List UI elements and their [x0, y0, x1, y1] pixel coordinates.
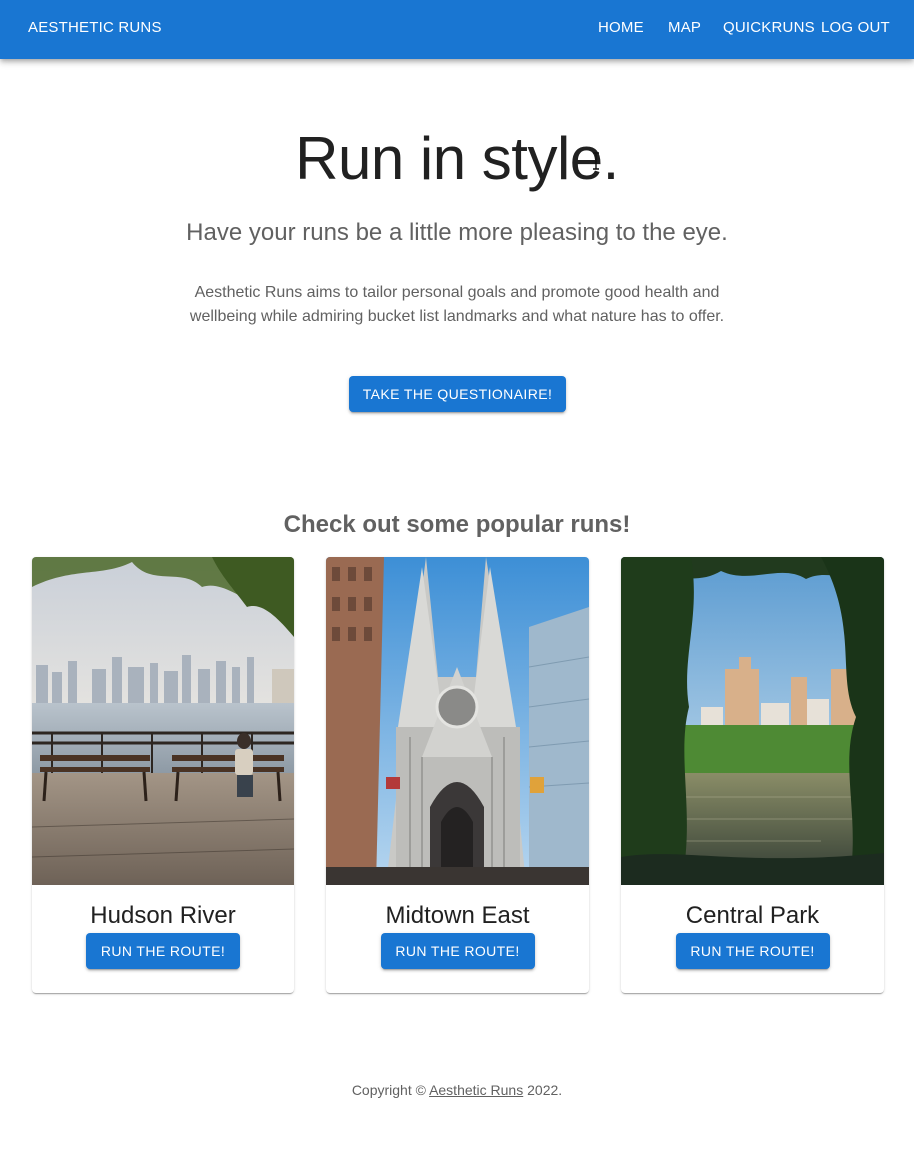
card-title: Hudson River [90, 902, 236, 929]
copyright-prefix: Copyright © [351, 1082, 430, 1098]
card-title: Midtown East [385, 902, 530, 929]
questionnaire-button[interactable]: TAKE THE QUESTIONAIRE! [349, 376, 566, 412]
route-card-hudson-river: Hudson River RUN THE ROUTE! [32, 557, 294, 993]
run-route-button-central-park[interactable]: RUN THE ROUTE! [675, 933, 830, 969]
brand-logo[interactable]: AESTHETIC RUNS [28, 19, 162, 36]
popular-runs-heading: Check out some popular runs! [283, 511, 631, 538]
nav-quickruns-link[interactable]: QUICKRUNS [723, 19, 815, 36]
text-cursor-icon [593, 152, 599, 170]
footer: Copyright © Aesthetic Runs 2022. [0, 1081, 914, 1099]
hudson-river-image [32, 557, 294, 885]
midtown-east-image [326, 557, 589, 885]
card-title: Central Park [685, 902, 820, 929]
hero-subtitle: Have your runs be a little more pleasing… [186, 219, 728, 246]
central-park-image [621, 557, 884, 885]
run-route-button-hudson-river[interactable]: RUN THE ROUTE! [86, 933, 240, 969]
run-route-button-midtown-east[interactable]: RUN THE ROUTE! [380, 933, 535, 969]
nav-home-link[interactable]: HOME [598, 19, 644, 36]
hero-title: Run in style. [295, 125, 619, 192]
route-card-central-park: Central Park RUN THE ROUTE! [621, 557, 884, 993]
app-bar: AESTHETIC RUNS HOME MAP QUICKRUNS LOG OU… [0, 0, 914, 59]
nav-map-link[interactable]: MAP [668, 19, 701, 36]
route-card-midtown-east: Midtown East RUN THE ROUTE! [326, 557, 589, 993]
copyright-year: 2022. [523, 1082, 563, 1098]
nav-logout-link[interactable]: LOG OUT [821, 19, 890, 36]
footer-site-link[interactable]: Aesthetic Runs [429, 1082, 523, 1098]
hero-description: Aesthetic Runs aims to tailor personal g… [189, 284, 725, 325]
